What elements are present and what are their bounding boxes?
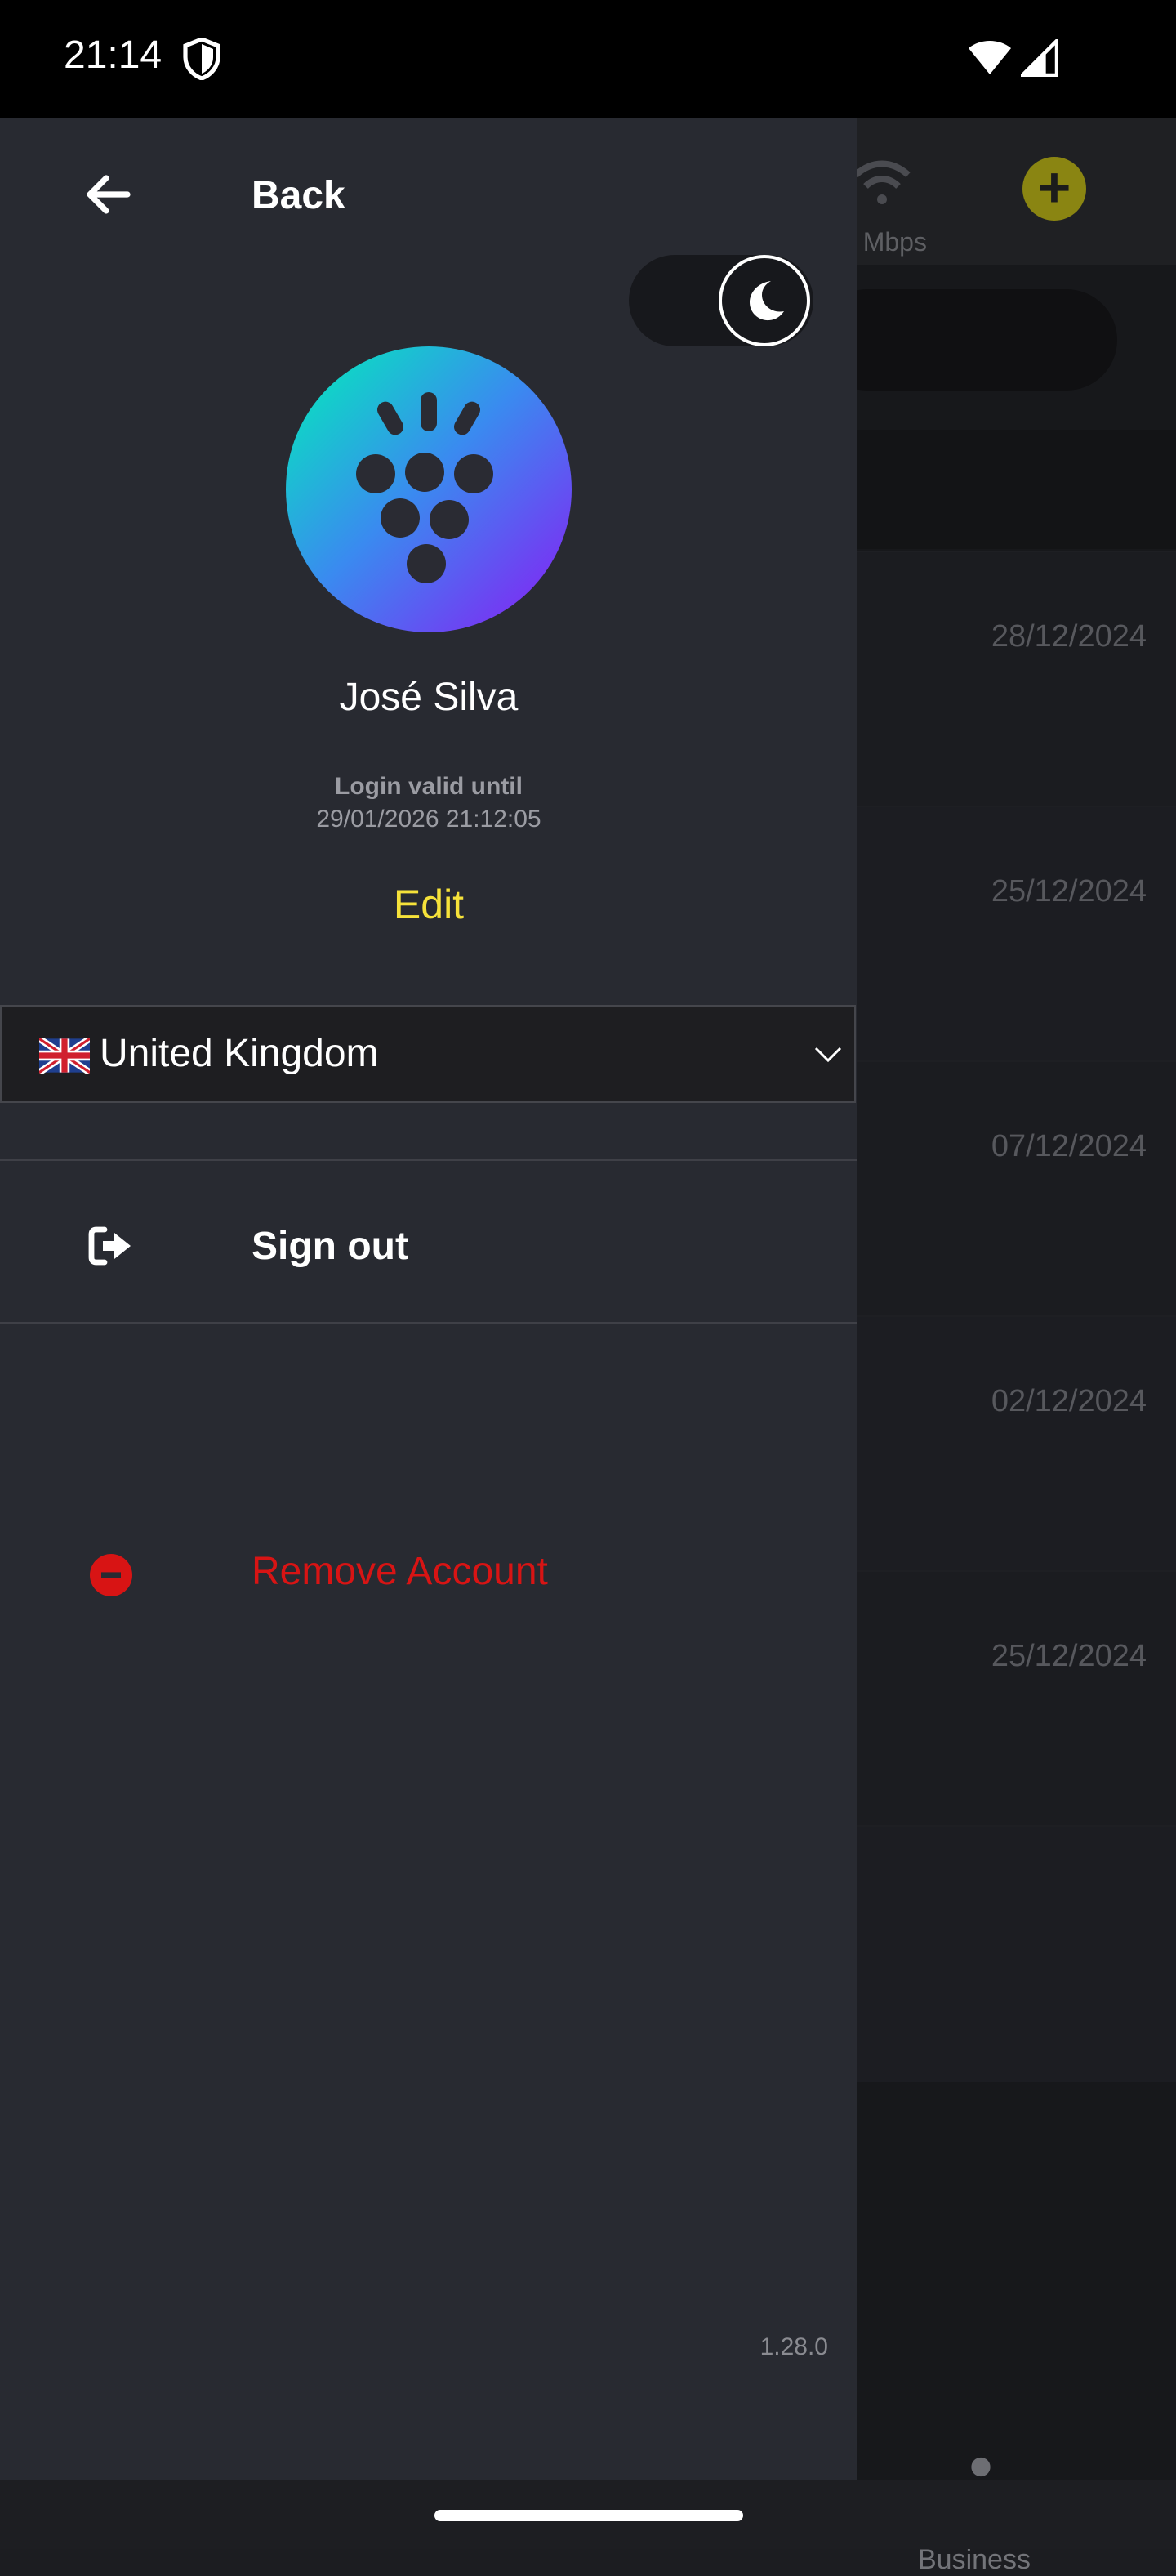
uk-flag-icon xyxy=(39,1038,90,1074)
remove-account-button[interactable]: Remove Account xyxy=(0,1490,858,1596)
status-time: 21:14 xyxy=(64,33,163,77)
sign-out-icon xyxy=(88,1226,131,1266)
chevron-down-icon xyxy=(814,1047,842,1063)
edit-profile-link[interactable]: Edit xyxy=(0,881,858,928)
grape-logo-icon xyxy=(356,392,493,583)
list-item[interactable]: 07/12/2024 xyxy=(858,1060,1176,1315)
background-band xyxy=(858,430,1176,549)
app-version: 1.28.0 xyxy=(760,2333,828,2360)
list-item xyxy=(858,1825,1176,2082)
list-item[interactable]: 02/12/2024 xyxy=(858,1315,1176,1570)
wifi-icon xyxy=(853,160,911,204)
divider xyxy=(0,1322,858,1324)
list-item[interactable]: 25/12/2024 xyxy=(858,806,1176,1060)
sign-out-label: Sign out xyxy=(252,1225,408,1268)
status-bar: 21:14 xyxy=(0,0,1176,118)
plus-circle-icon[interactable]: + xyxy=(1022,157,1086,221)
background-search[interactable] xyxy=(817,289,1117,391)
shield-icon xyxy=(183,38,220,80)
user-name: José Silva xyxy=(339,676,519,719)
back-label: Back xyxy=(252,174,345,217)
login-valid-label: Login valid until xyxy=(335,773,523,800)
avatar xyxy=(286,346,572,632)
background-list: 28/12/2024 25/12/2024 07/12/2024 02/12/2… xyxy=(858,551,1176,2082)
navigation-drawer: Back José Silva Login valid until 29/01/… xyxy=(0,118,858,2480)
list-item[interactable]: 28/12/2024 xyxy=(858,551,1176,806)
dark-mode-toggle[interactable] xyxy=(629,255,813,346)
item-date: 28/12/2024 xyxy=(991,619,1147,654)
home-indicator[interactable] xyxy=(434,2510,743,2521)
item-date: 07/12/2024 xyxy=(991,1129,1147,1163)
gesture-nav-bar xyxy=(0,2480,1176,2549)
minus-circle-icon xyxy=(90,1554,132,1596)
country-label: United Kingdom xyxy=(100,1032,379,1075)
item-date: 02/12/2024 xyxy=(991,1384,1147,1418)
signal-icon xyxy=(1021,39,1058,77)
item-date: 25/12/2024 xyxy=(991,1639,1147,1673)
item-date: 25/12/2024 xyxy=(991,874,1147,909)
moon-icon xyxy=(750,281,784,321)
country-select[interactable]: United Kingdom xyxy=(0,1005,856,1103)
sign-out-button[interactable]: Sign out xyxy=(0,1163,858,1324)
arrow-left-icon xyxy=(87,175,131,214)
remove-account-label: Remove Account xyxy=(252,1550,548,1593)
divider xyxy=(0,1159,858,1161)
login-valid-date: 29/01/2026 21:12:05 xyxy=(316,806,541,833)
wifi-icon xyxy=(969,41,1011,74)
back-button[interactable]: Back xyxy=(0,154,858,235)
toggle-knob xyxy=(719,255,810,346)
list-item[interactable]: 25/12/2024 xyxy=(858,1570,1176,1825)
